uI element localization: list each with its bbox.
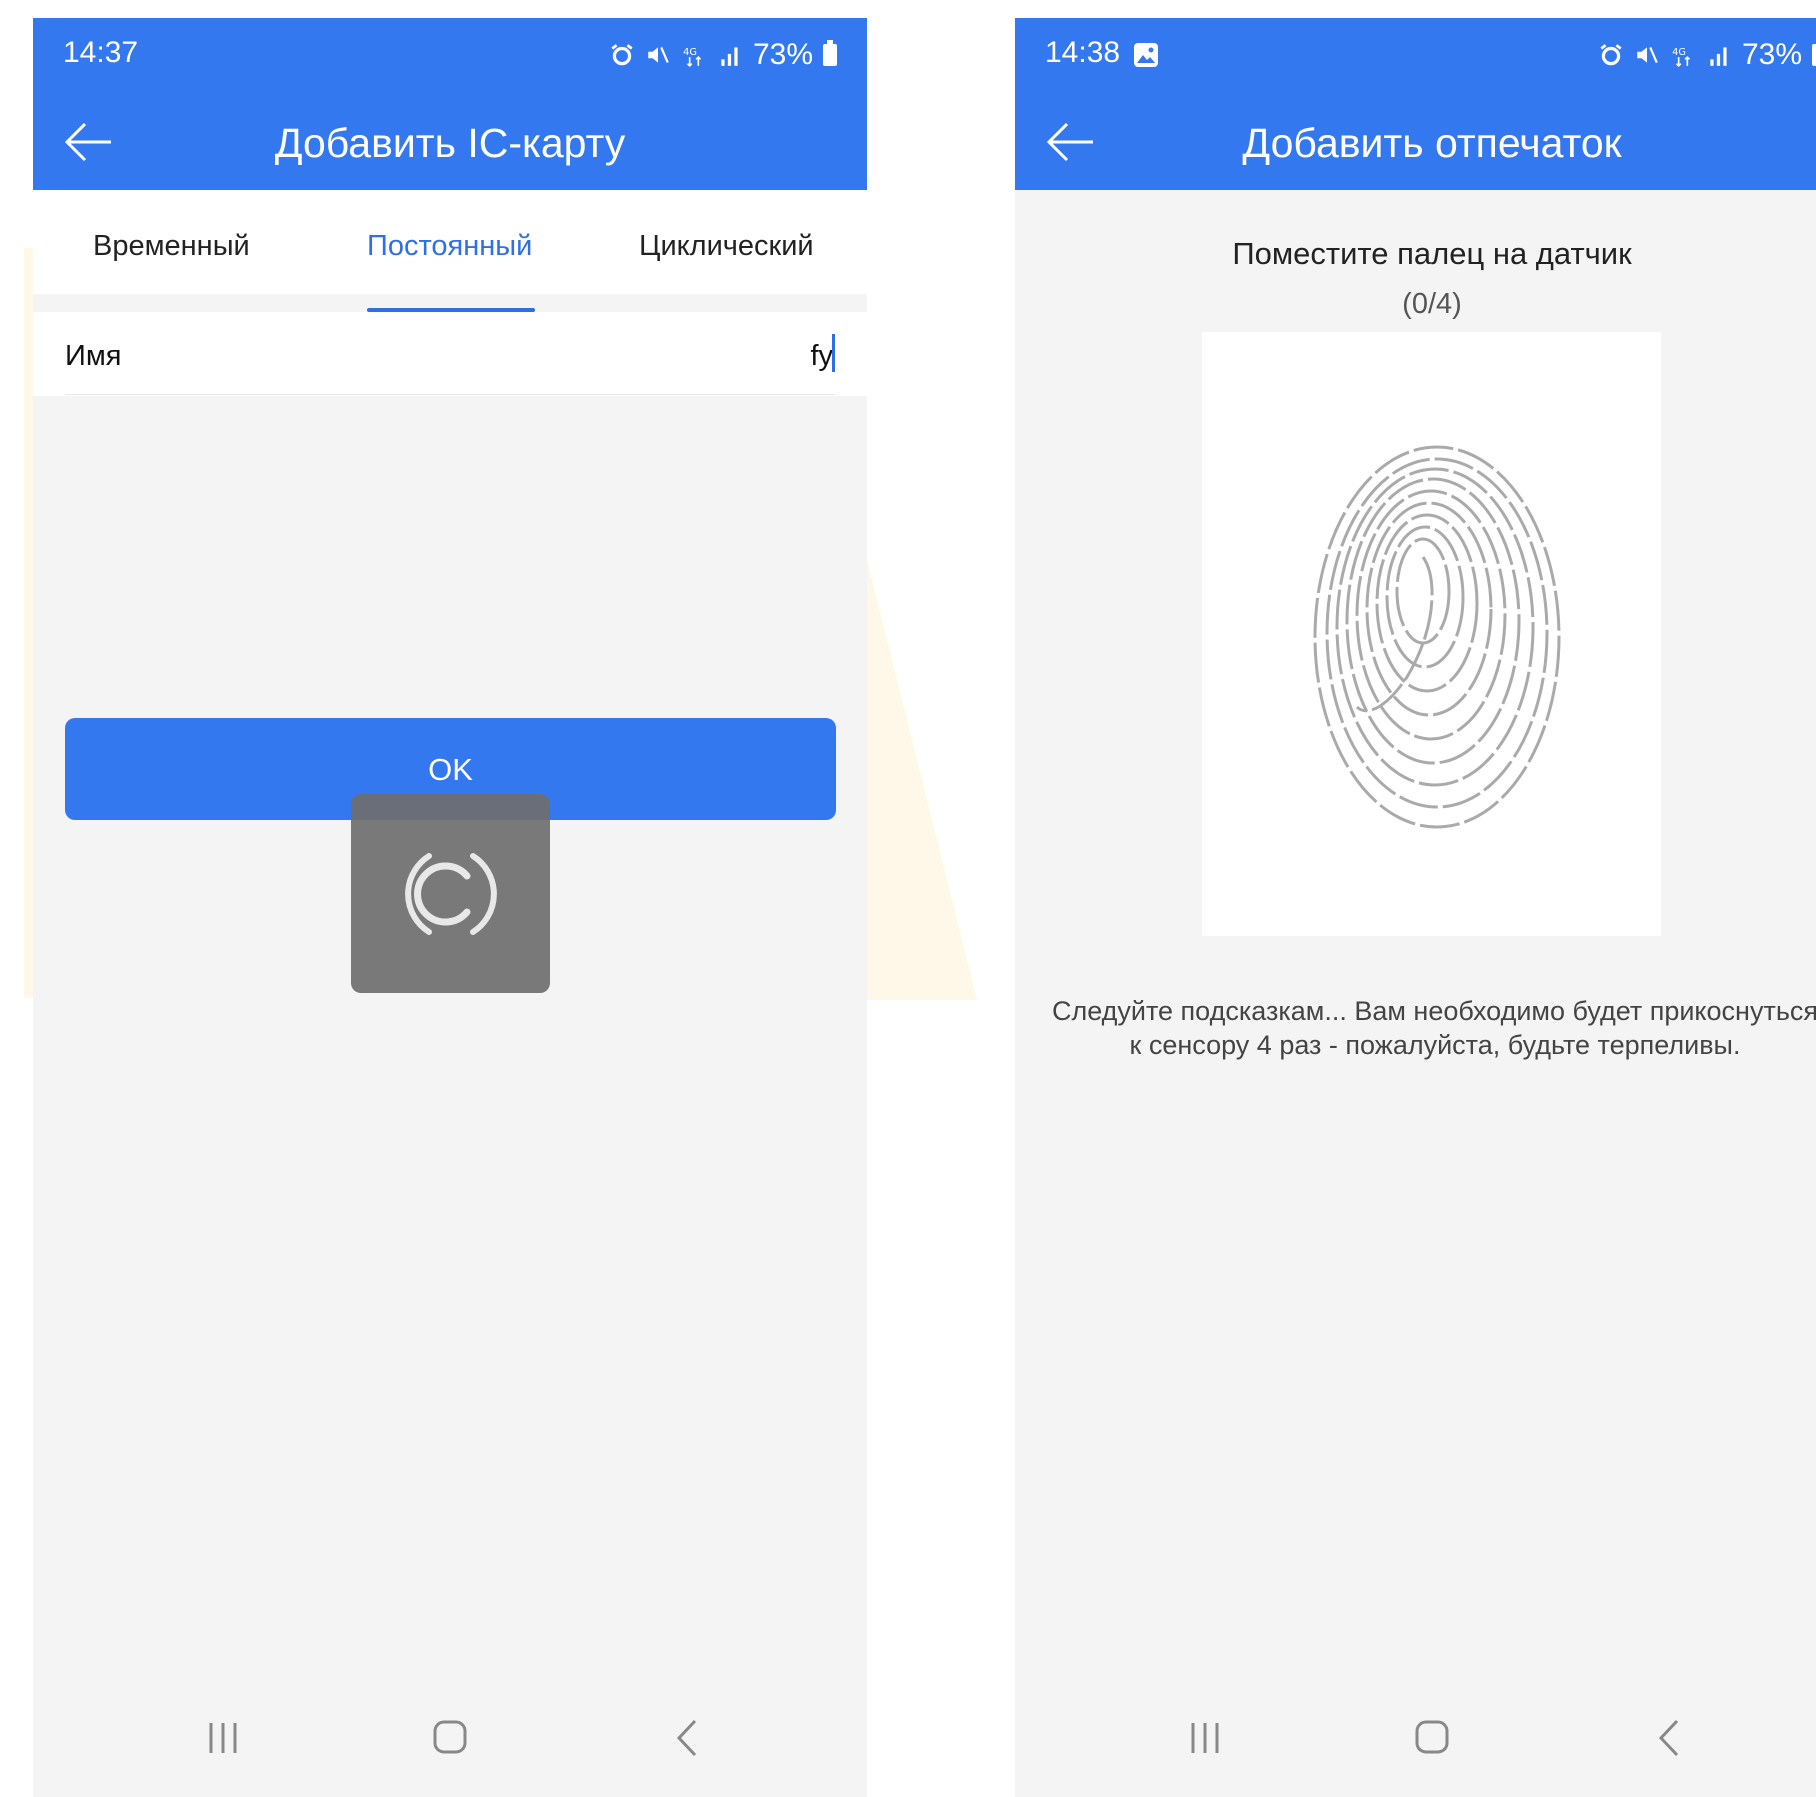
tab-cyclic[interactable]: Циклический [639, 230, 814, 263]
hint-line-1: Следуйте подсказкам... Вам необходимо бу… [1051, 996, 1816, 1026]
svg-text:4G: 4G [683, 47, 697, 58]
page-title: Добавить IC-карту [274, 120, 626, 166]
signal-icon [1710, 47, 1727, 66]
tab-permanent[interactable]: Постоянный [367, 230, 532, 263]
battery-icon [1812, 44, 1816, 66]
back-nav-icon[interactable] [1639, 1707, 1699, 1767]
recent-apps-icon[interactable] [193, 1707, 253, 1767]
alarm-icon [611, 44, 633, 66]
battery-percent: 73% [752, 38, 813, 71]
status-time: 14:37 [63, 36, 139, 69]
gallery-icon [1134, 43, 1158, 67]
status-icons: 4G 73% [609, 38, 837, 72]
recent-apps-icon[interactable] [1175, 1707, 1235, 1767]
prompt-title: Поместите палец на датчик [1232, 236, 1632, 271]
mute-icon [1637, 46, 1658, 64]
battery-icon [823, 40, 837, 66]
divider [65, 394, 835, 395]
fingerprint-card [1202, 332, 1661, 936]
alarm-icon [1600, 44, 1622, 66]
text-cursor [832, 334, 835, 372]
battery-percent: 73% [1741, 38, 1802, 71]
name-field[interactable]: Имя fy [33, 312, 867, 396]
loading-spinner-icon [405, 853, 497, 935]
hint-text: Следуйте подсказкам... Вам необходимо бу… [1015, 994, 1816, 1062]
page-title: Добавить отпечаток [1242, 120, 1622, 166]
tab-temporary[interactable]: Временный [93, 230, 250, 263]
tab-bar: Временный Постоянный Циклический [33, 190, 867, 312]
svg-text:4G: 4G [1672, 47, 1686, 58]
system-nav-bar [1015, 1677, 1816, 1797]
back-nav-icon[interactable] [657, 1707, 717, 1767]
name-input[interactable]: fy [810, 340, 833, 373]
status-time: 14:38 [1045, 36, 1121, 69]
name-label: Имя [65, 340, 122, 372]
fingerprint-icon [1313, 445, 1561, 829]
status-icons: 4G 73% [1598, 38, 1816, 72]
app-bar: Добавить IC-карту [33, 92, 867, 190]
fingerprint-screen: 14:38 4G 73% Добавить отпечаток Поместит… [1015, 18, 1816, 1797]
loading-overlay [351, 794, 550, 993]
home-icon[interactable] [420, 1707, 480, 1767]
scan-progress: (0/4) [1402, 288, 1462, 320]
home-icon[interactable] [1402, 1707, 1462, 1767]
mute-icon [648, 46, 669, 64]
hint-line-2: к сенсору 4 раз - пожалуйста, будьте тер… [1129, 1030, 1741, 1060]
network-4g-icon: 4G [1672, 47, 1691, 67]
status-bar: 14:37 4G 73% [33, 18, 867, 92]
signal-icon [721, 47, 738, 66]
network-4g-icon: 4G [683, 47, 702, 67]
background-highlight-shape [867, 560, 977, 1000]
app-bar: Добавить отпечаток [1015, 92, 1816, 190]
ic-card-screen: 14:37 4G 73% Добавить IC-карту Временный… [33, 18, 867, 1797]
system-nav-bar [33, 1677, 867, 1797]
status-bar: 14:38 4G 73% [1015, 18, 1816, 92]
